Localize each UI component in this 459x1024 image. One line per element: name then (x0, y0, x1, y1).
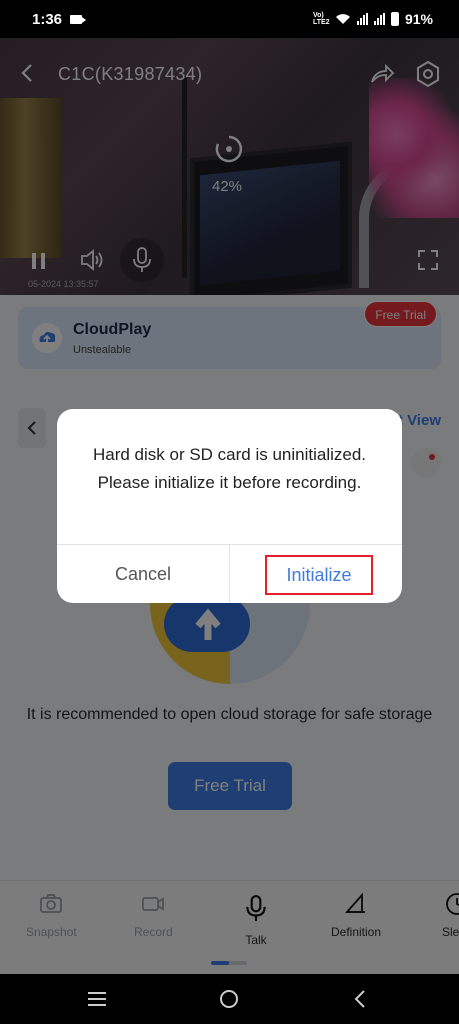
dialog-button-divider (229, 544, 230, 603)
initialize-button[interactable]: Initialize (265, 555, 373, 595)
signal-icon-2 (373, 13, 385, 25)
battery-icon (390, 12, 399, 26)
home-icon[interactable] (218, 988, 240, 1010)
recent-apps-icon[interactable] (86, 988, 108, 1010)
back-icon[interactable] (350, 988, 372, 1010)
system-navigation-bar (0, 974, 459, 1024)
video-recording-icon (70, 14, 87, 24)
battery-percent: 91% (404, 11, 433, 27)
signal-icon (356, 13, 368, 25)
status-bar: 1:36 Vo) LTE2 91% (0, 0, 459, 38)
wifi-icon (335, 14, 350, 24)
cancel-button[interactable]: Cancel (57, 545, 229, 603)
dialog-message: Hard disk or SD card is uninitialized. P… (92, 445, 367, 492)
status-icons: Vo) LTE2 91% (313, 11, 433, 27)
initialize-storage-dialog: Hard disk or SD card is uninitialized. P… (57, 409, 402, 603)
network-label: Vo) LTE2 (312, 12, 330, 26)
status-time: 1:36 (32, 10, 63, 28)
